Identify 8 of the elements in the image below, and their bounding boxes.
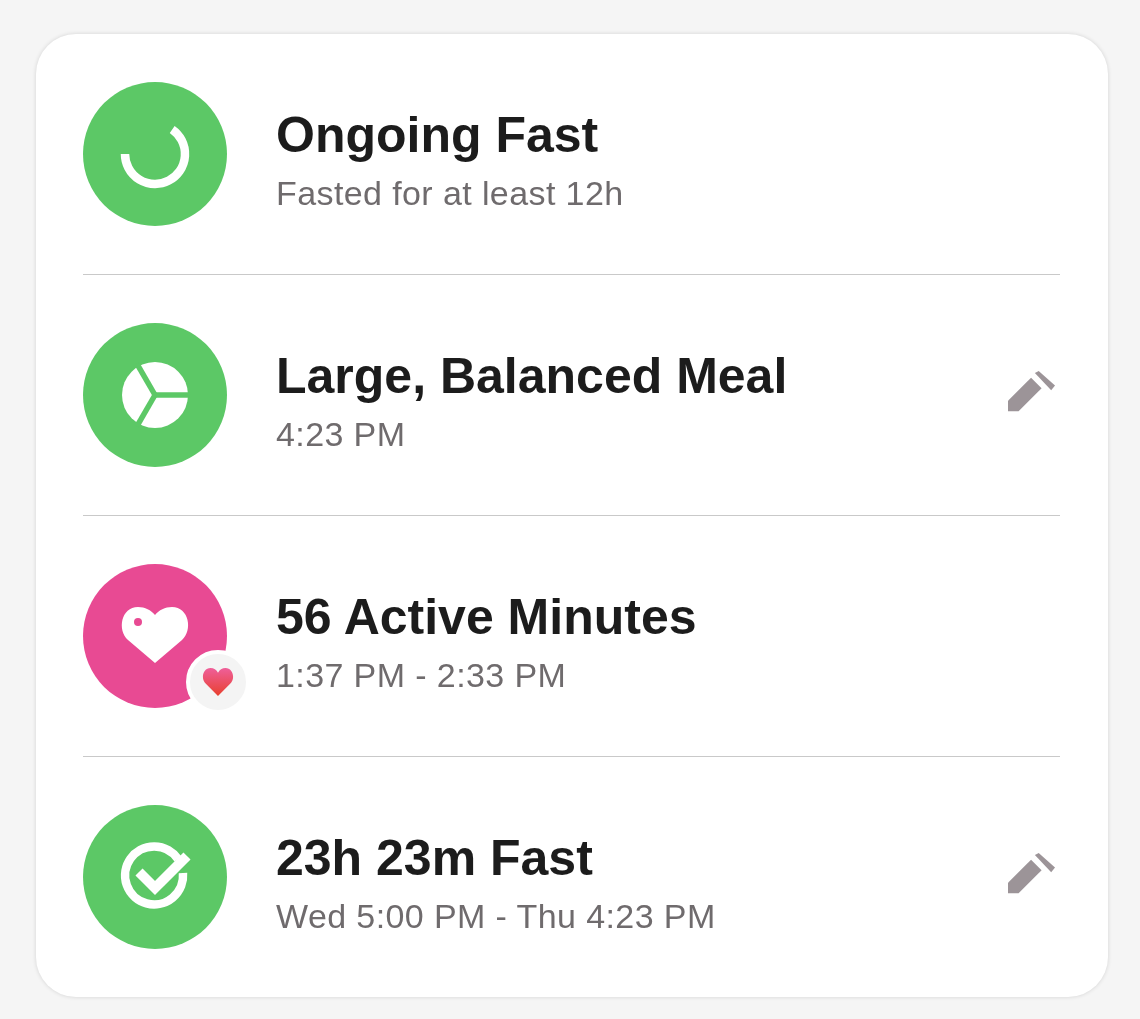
entry-time: 1:37 PM - 2:33 PM: [276, 655, 568, 696]
entry-title: Ongoing Fast: [276, 108, 600, 164]
entry-time: Fasted for at least 12h: [276, 173, 625, 214]
entry-title: Large, Balanced Meal: [276, 349, 789, 405]
entry-time: 4:23 PM: [276, 414, 407, 455]
entry-time: Wed 5:00 PM - Thu 4:23 PM: [276, 896, 717, 937]
entry-title: 56 Active Minutes: [276, 590, 698, 646]
entry-title: 23h 23m Fast: [276, 831, 594, 887]
